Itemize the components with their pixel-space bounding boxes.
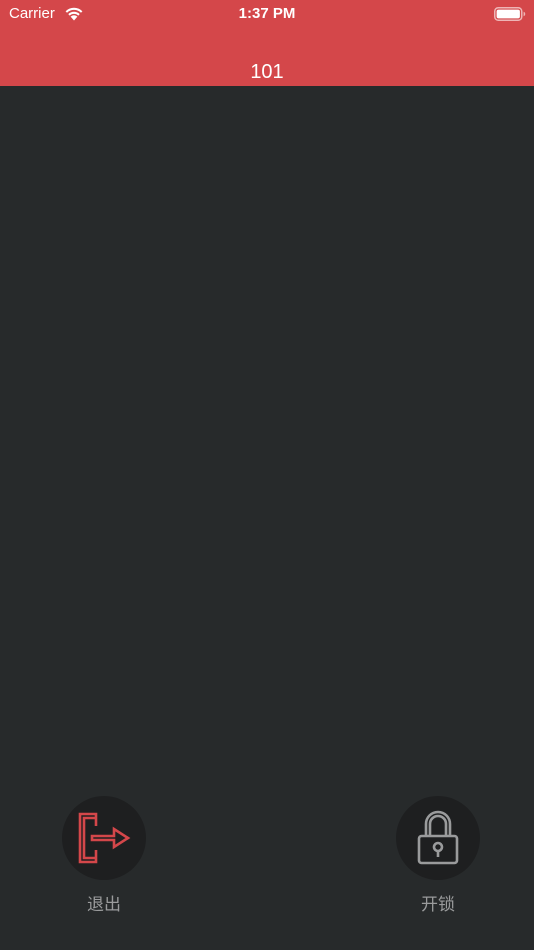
status-time: 1:37 PM xyxy=(238,5,296,22)
exit-button[interactable]: 退出 xyxy=(62,796,146,915)
lock-icon xyxy=(417,810,459,865)
unlock-button[interactable]: 开锁 xyxy=(396,796,480,915)
page-title: 101 xyxy=(250,61,284,83)
exit-label: 退出 xyxy=(87,895,121,915)
exit-icon xyxy=(78,812,131,864)
header-bar: Carrier 1:37 PM 101 xyxy=(0,0,534,86)
battery-icon xyxy=(494,7,526,21)
status-bar: Carrier 1:37 PM xyxy=(0,0,534,28)
unlock-label: 开锁 xyxy=(421,895,455,915)
unlock-button-circle[interactable] xyxy=(396,796,480,880)
exit-button-circle[interactable] xyxy=(62,796,146,880)
